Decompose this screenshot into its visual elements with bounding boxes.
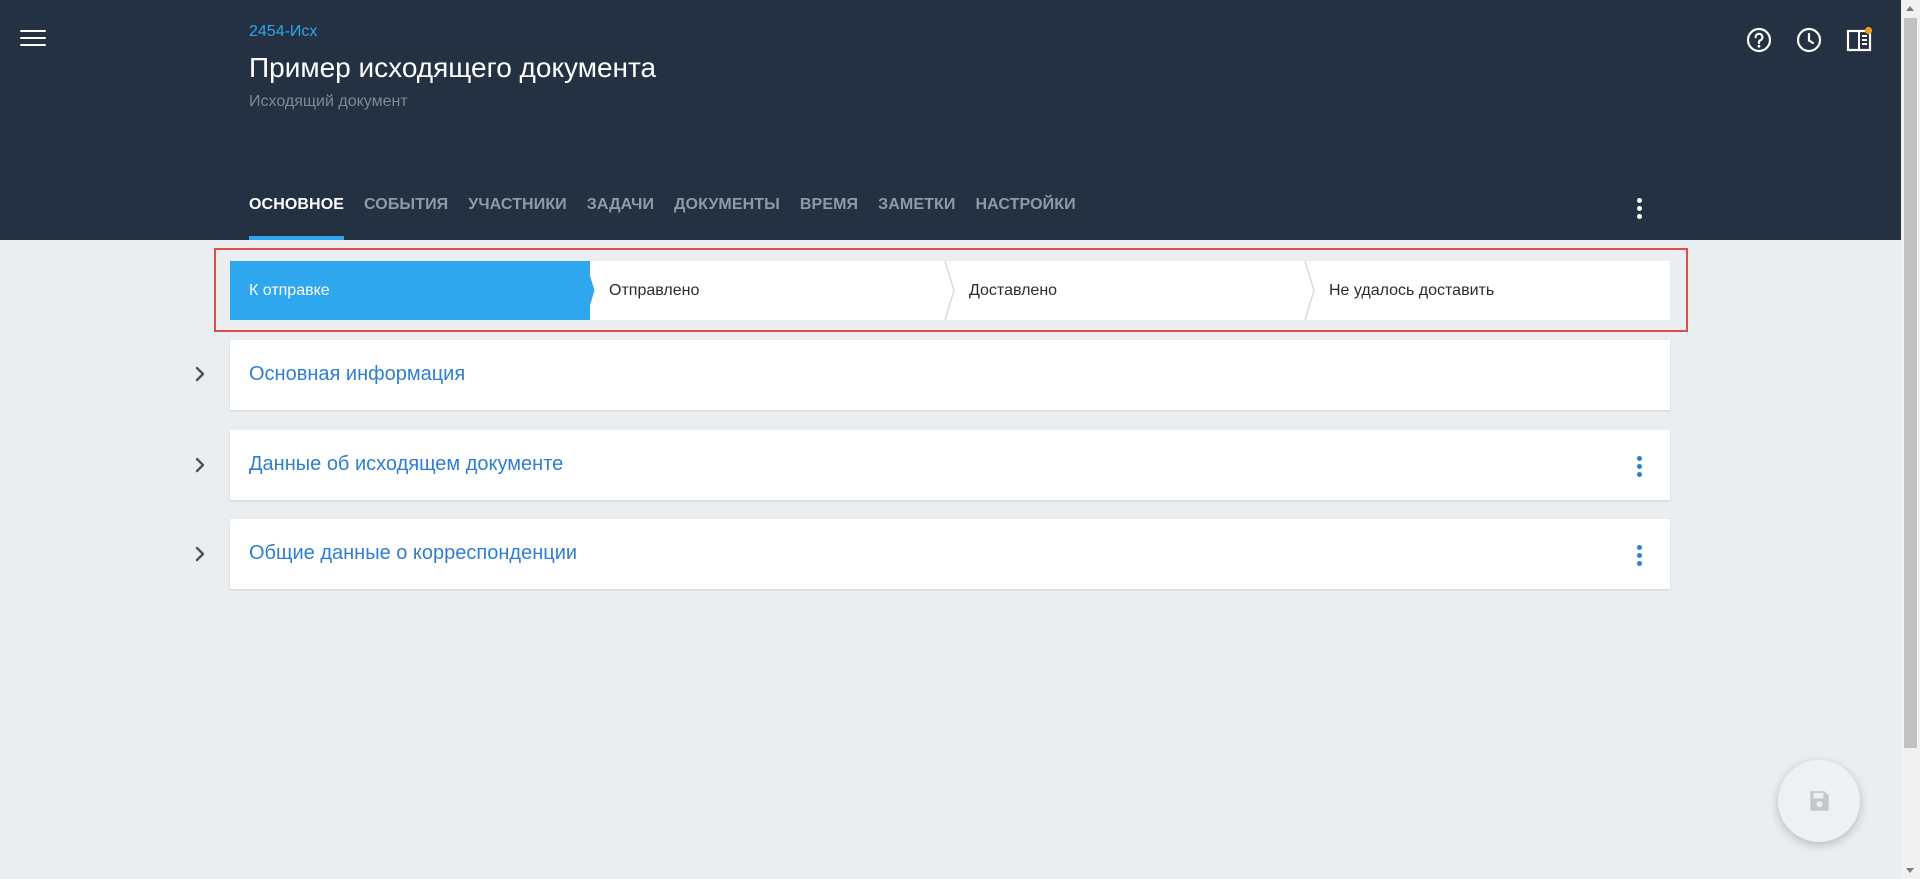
side-panel-icon[interactable] [1845, 26, 1873, 54]
tab-bar: ОСНОВНОЕ СОБЫТИЯ УЧАСТНИКИ ЗАДАЧИ ДОКУМЕ… [249, 196, 1096, 240]
save-button[interactable] [1778, 760, 1860, 842]
scroll-down-arrow[interactable] [1901, 862, 1920, 879]
scroll-thumb[interactable] [1904, 18, 1917, 748]
chevron-right-icon[interactable] [190, 455, 210, 475]
tab-events[interactable]: СОБЫТИЯ [364, 196, 448, 240]
section-main-info: Основная информация [230, 340, 1670, 410]
status-step-failed[interactable]: Не удалось доставить [1310, 261, 1670, 320]
section-correspondence: Общие данные о корреспонденции [230, 519, 1670, 589]
section-title[interactable]: Основная информация [249, 363, 465, 386]
save-icon [1810, 791, 1829, 811]
chevron-right-icon[interactable] [190, 544, 210, 564]
tab-settings[interactable]: НАСТРОЙКИ [975, 196, 1075, 240]
status-step-to-send[interactable]: К отправке [230, 261, 590, 320]
scrollbar[interactable] [1901, 0, 1920, 879]
menu-icon[interactable] [20, 30, 46, 50]
section-title[interactable]: Данные об исходящем документе [249, 453, 563, 476]
status-step-delivered[interactable]: Доставлено [950, 261, 1310, 320]
status-step-label: Отправлено [609, 281, 700, 299]
chevron-right-icon[interactable] [190, 364, 210, 384]
section-outgoing-document: Данные об исходящем документе [230, 430, 1670, 500]
section-title[interactable]: Общие данные о корреспонденции [249, 542, 577, 565]
status-step-label: Не удалось доставить [1329, 281, 1495, 299]
document-number-link[interactable]: 2454-Исх [249, 23, 317, 41]
tab-notes[interactable]: ЗАМЕТКИ [878, 196, 955, 240]
status-stepper: К отправке Отправлено Доставлено Не удал… [230, 261, 1670, 320]
help-icon[interactable] [1745, 26, 1773, 54]
app-header: 2454-Исх Пример исходящего документа Исх… [0, 0, 1901, 240]
tab-documents[interactable]: ДОКУМЕНТЫ [674, 196, 780, 240]
tab-participants[interactable]: УЧАСТНИКИ [468, 196, 567, 240]
tab-tasks[interactable]: ЗАДАЧИ [587, 196, 654, 240]
history-icon[interactable] [1795, 26, 1823, 54]
section-menu-icon[interactable] [1629, 545, 1649, 569]
document-type: Исходящий документ [249, 93, 408, 110]
section-menu-icon[interactable] [1629, 456, 1649, 480]
tab-main[interactable]: ОСНОВНОЕ [249, 196, 345, 240]
scroll-up-arrow[interactable] [1901, 0, 1920, 17]
more-options-icon[interactable] [1630, 198, 1648, 222]
status-step-sent[interactable]: Отправлено [590, 261, 950, 320]
status-step-label: Доставлено [969, 281, 1058, 299]
page-title: Пример исходящего документа [249, 52, 657, 83]
status-step-label: К отправке [249, 281, 330, 299]
tab-time[interactable]: ВРЕМЯ [800, 196, 858, 240]
